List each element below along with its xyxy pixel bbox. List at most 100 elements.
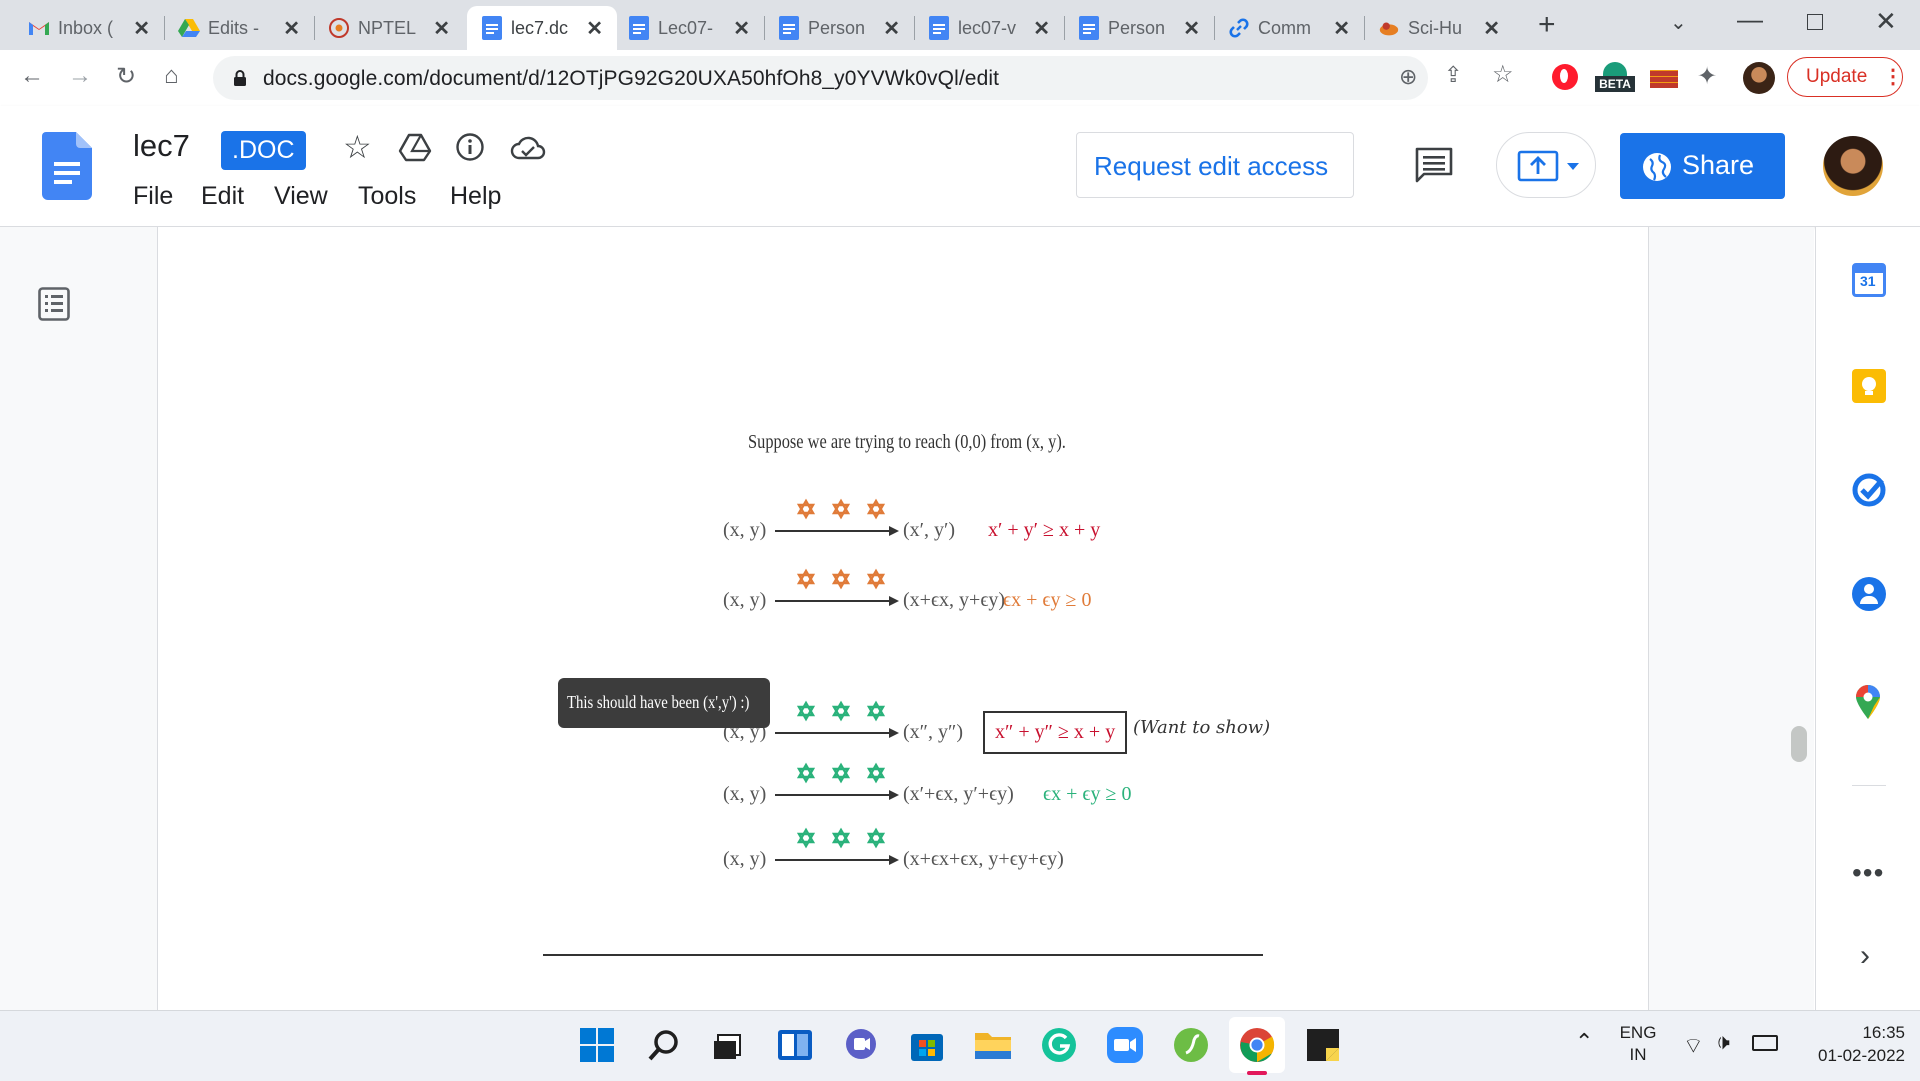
battery-icon[interactable] <box>1752 1035 1778 1051</box>
browser-tab[interactable]: Edits - ✕ <box>164 6 314 50</box>
zoom-app-icon[interactable] <box>1105 1025 1145 1065</box>
tab-close-icon[interactable]: ✕ <box>1333 16 1350 41</box>
calendar-icon[interactable]: 31 <box>1852 263 1886 297</box>
tab-search-icon[interactable]: ⌄ <box>1670 10 1687 35</box>
maps-icon[interactable] <box>1854 684 1882 720</box>
share-page-icon[interactable]: ⇪ <box>1444 62 1462 88</box>
evernote-icon[interactable] <box>1171 1025 1211 1065</box>
browser-tab[interactable]: Sci-Hu ✕ <box>1364 6 1514 50</box>
menu-help[interactable]: Help <box>450 182 501 211</box>
link-icon <box>1228 17 1250 39</box>
contacts-icon[interactable] <box>1852 577 1886 611</box>
comments-icon[interactable] <box>1414 146 1454 184</box>
zoom-icon[interactable]: ⊕ <box>1399 64 1417 90</box>
tasks-icon[interactable] <box>1851 472 1887 508</box>
tab-close-icon[interactable]: ✕ <box>433 16 450 41</box>
more-menu-icon[interactable]: ⋮ <box>1883 64 1903 89</box>
tab-close-icon[interactable]: ✕ <box>1483 16 1500 41</box>
tab-close-icon[interactable]: ✕ <box>133 16 150 41</box>
row-to: (x+ϵx+ϵx, y+ϵy+ϵy) <box>903 848 1064 870</box>
menu-tools[interactable]: Tools <box>358 182 416 211</box>
gmail-icon <box>28 17 50 39</box>
move-to-drive-icon[interactable] <box>398 132 432 162</box>
comment-tooltip: This should have been (x',y') :) <box>558 678 770 728</box>
google-docs-logo[interactable] <box>42 132 92 200</box>
new-tab-button[interactable]: + <box>1538 8 1556 42</box>
menu-edit[interactable]: Edit <box>201 182 244 211</box>
teams-chat-icon[interactable] <box>841 1025 881 1065</box>
windows-start-icon[interactable] <box>577 1025 617 1065</box>
close-window-button[interactable]: ✕ <box>1875 6 1897 37</box>
tab-title: Lec07- <box>658 17 714 38</box>
tab-close-icon[interactable]: ✕ <box>1183 16 1200 41</box>
reload-icon[interactable]: ↻ <box>116 62 136 91</box>
share-button[interactable]: Share <box>1620 133 1785 199</box>
browser-tab[interactable]: NPTEL ✕ <box>314 6 464 50</box>
widgets-icon[interactable] <box>775 1025 815 1065</box>
back-icon[interactable]: ← <box>20 62 44 90</box>
extensions-puzzle-icon[interactable]: ✦ <box>1697 62 1717 91</box>
cloud-saved-icon[interactable] <box>510 136 546 160</box>
row-to: (x+ϵx, y+ϵy) <box>903 589 1006 611</box>
grammarly-icon[interactable] <box>1039 1025 1079 1065</box>
browser-tab[interactable]: Person ✕ <box>764 6 914 50</box>
more-addons-icon[interactable]: ••• <box>1852 857 1884 889</box>
browser-tab[interactable]: lec7.dc ✕ <box>467 6 617 50</box>
tab-close-icon[interactable]: ✕ <box>733 16 750 41</box>
tab-close-icon[interactable]: ✕ <box>1033 16 1050 41</box>
tray-chevron-icon[interactable]: ⌃ <box>1575 1029 1593 1055</box>
sticky-notes-icon[interactable] <box>1303 1025 1343 1065</box>
dropdown-arrow-icon <box>1567 163 1579 170</box>
browser-tab[interactable]: Comm ✕ <box>1214 6 1364 50</box>
forward-icon[interactable]: → <box>68 62 92 90</box>
minimize-button[interactable]: — <box>1737 4 1763 35</box>
expand-panel-icon[interactable]: › <box>1860 939 1870 973</box>
document-outline-icon[interactable] <box>38 287 70 321</box>
tab-close-icon[interactable]: ✕ <box>586 16 603 41</box>
wifi-icon[interactable]: ⌔ <box>1683 1032 1704 1060</box>
update-button[interactable]: Update ⋮ <box>1787 57 1903 97</box>
browser-tab[interactable]: lec07-v ✕ <box>914 6 1064 50</box>
keep-icon[interactable] <box>1852 369 1886 403</box>
comment-text: This should have been (x',y') :) <box>567 692 750 712</box>
language-line-1: ENG <box>1619 1023 1657 1042</box>
browser-tab[interactable]: Lec07- ✕ <box>614 6 764 50</box>
row-from: (x, y) <box>723 589 767 611</box>
browser-tab[interactable]: Person ✕ <box>1064 6 1214 50</box>
microsoft-store-icon[interactable] <box>907 1025 947 1065</box>
file-type-badge: .DOC <box>221 131 306 170</box>
menu-file[interactable]: File <box>133 182 173 211</box>
profile-avatar[interactable] <box>1743 62 1775 94</box>
row-condition: ϵx + ϵy ≥ 0 <box>1043 783 1132 805</box>
tab-close-icon[interactable]: ✕ <box>283 16 300 41</box>
document-page[interactable]: Suppose we are trying to reach (0,0) fro… <box>157 227 1649 1010</box>
restore-button[interactable] <box>1807 14 1823 30</box>
menu-view[interactable]: View <box>274 182 328 211</box>
volume-icon[interactable]: 🕩 <box>1716 1029 1730 1055</box>
bookmark-star-icon[interactable]: ☆ <box>1492 60 1514 89</box>
user-avatar[interactable] <box>1823 136 1883 196</box>
star-icon[interactable]: ☆ <box>343 128 372 166</box>
file-explorer-icon[interactable] <box>973 1025 1013 1065</box>
vertical-scrollbar-thumb[interactable] <box>1791 726 1807 762</box>
clock[interactable]: 16:35 01-02-2022 <box>1795 1021 1905 1067</box>
tab-close-icon[interactable]: ✕ <box>883 16 900 41</box>
home-icon[interactable]: ⌂ <box>164 62 179 90</box>
tab-title: NPTEL <box>358 17 417 38</box>
present-button[interactable] <box>1496 132 1596 198</box>
document-title[interactable]: lec7 <box>133 128 190 164</box>
request-edit-access-button[interactable]: Request edit access <box>1076 132 1354 198</box>
address-bar[interactable]: docs.google.com/document/d/12OTjPG92G20U… <box>213 56 1428 100</box>
clock-date: 01-02-2022 <box>1818 1046 1905 1065</box>
brick-extension-icon[interactable] <box>1650 70 1678 88</box>
opera-extension-icon[interactable] <box>1552 64 1578 90</box>
info-icon[interactable] <box>455 132 485 162</box>
browser-tab[interactable]: Inbox (✕ <box>14 6 164 50</box>
beta-extension-icon[interactable]: BETA <box>1595 62 1635 94</box>
chrome-icon[interactable] <box>1237 1025 1277 1065</box>
docs-header: lec7 .DOC ☆ File Edit View Tools Help Re… <box>0 106 1920 227</box>
search-icon[interactable] <box>643 1025 683 1065</box>
language-indicator[interactable]: ENG IN <box>1616 1022 1660 1066</box>
task-view-icon[interactable] <box>709 1025 749 1065</box>
document-canvas: Suppose we are trying to reach (0,0) fro… <box>0 227 1814 1010</box>
